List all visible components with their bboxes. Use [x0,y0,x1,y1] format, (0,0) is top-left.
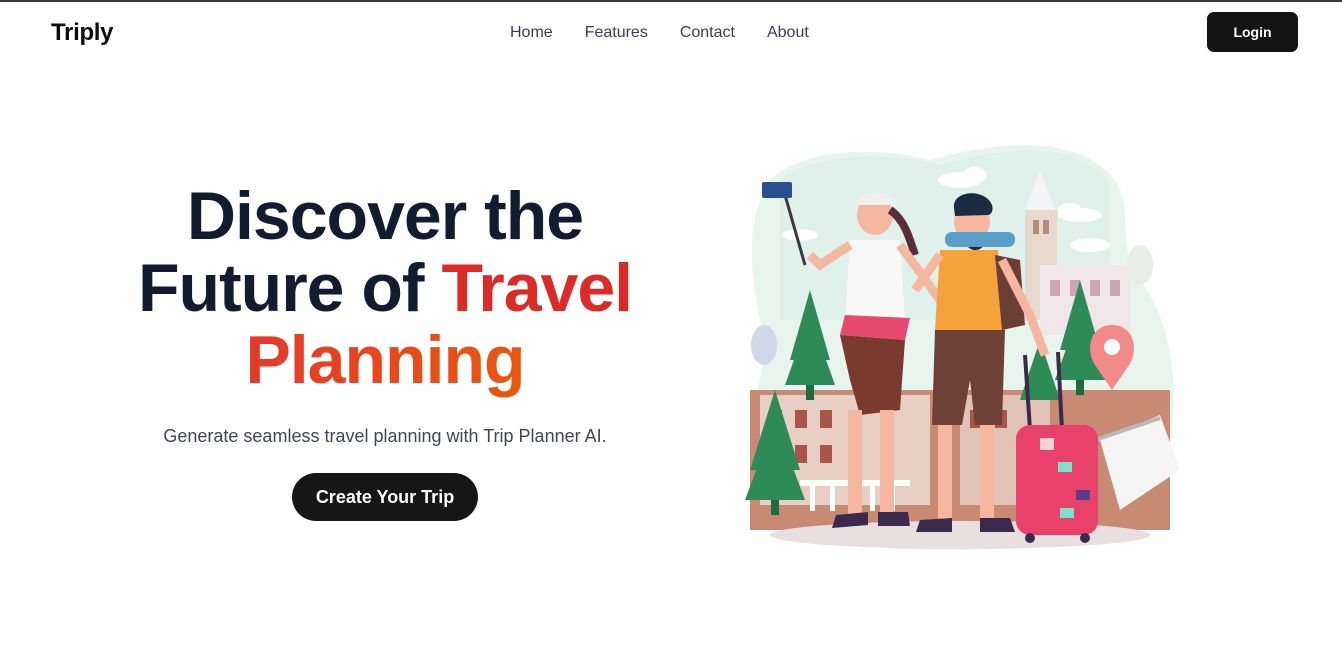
brand-logo[interactable]: Triply [51,19,114,47]
site-header: Triply Home Features Contact About Login [0,2,1342,66]
hero-text: Discover the Future of Travel Planning G… [90,180,680,521]
login-button[interactable]: Login [1207,12,1298,52]
main-nav: Home Features Contact About [510,24,841,42]
headline-line-3-accent: Planning [245,322,525,398]
headline-line-1: Discover the [186,178,584,254]
create-trip-button[interactable]: Create Your Trip [291,473,479,521]
hero-subtitle: Generate seamless travel planning with T… [163,426,607,446]
nav-about[interactable]: About [767,24,809,42]
nav-home[interactable]: Home [510,24,553,42]
travel-illustration [745,145,1180,551]
hero-headline: Discover the Future of Travel Planning [90,180,680,396]
headline-line-2-dark: Future of [137,250,442,326]
nav-contact[interactable]: Contact [680,24,735,42]
headline-line-2-accent: Travel [441,250,633,326]
nav-features[interactable]: Features [585,24,648,42]
